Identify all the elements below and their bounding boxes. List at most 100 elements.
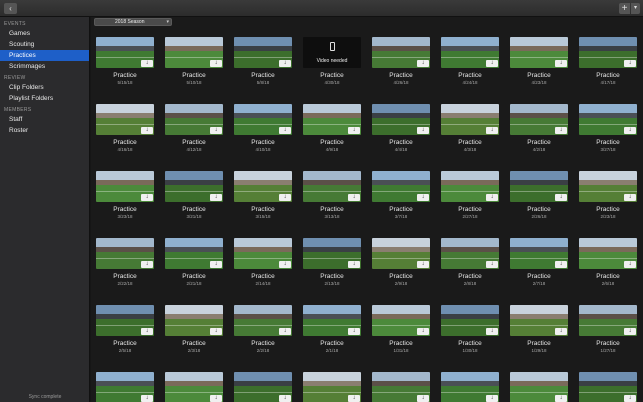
event-tile[interactable]: ↓ Practice 4/24/18 [441, 37, 499, 86]
event-tile[interactable]: ↓ Practice 3/21/18 [165, 171, 223, 220]
event-tile[interactable]: ↓ Practice 1/30/18 [441, 305, 499, 354]
download-button[interactable]: ↓ [486, 60, 498, 67]
event-tile[interactable]: ↓ Practice 1/29/18 [510, 305, 568, 354]
event-tile[interactable]: ↓ Practice 5/8/18 [234, 37, 292, 86]
event-tile[interactable]: ↓ Practice 4/3/18 [441, 104, 499, 153]
event-thumbnail[interactable]: ↓ [372, 37, 430, 68]
event-tile[interactable]: ↓ Practice 2/22/18 [96, 238, 154, 287]
sidebar-item-clip-folders[interactable]: Clip Folders [0, 82, 89, 93]
download-button[interactable]: ↓ [624, 60, 636, 67]
download-button[interactable]: ↓ [624, 127, 636, 134]
download-button[interactable]: ↓ [141, 261, 153, 268]
download-button[interactable]: ↓ [210, 261, 222, 268]
event-tile[interactable]: ↓ Practice 3/27/18 [579, 104, 637, 153]
event-tile[interactable]: ↓ [96, 372, 154, 402]
download-button[interactable]: ↓ [141, 328, 153, 335]
event-tile[interactable]: ↓ Practice 4/2/18 [510, 104, 568, 153]
download-button[interactable]: ↓ [210, 194, 222, 201]
download-button[interactable]: ↓ [141, 395, 153, 402]
event-thumbnail[interactable]: ↓ [234, 372, 292, 402]
event-thumbnail[interactable]: ↓ [96, 37, 154, 68]
event-thumbnail[interactable]: ↓ [372, 372, 430, 402]
event-thumbnail[interactable]: Video needed [303, 37, 361, 68]
download-button[interactable]: ↓ [417, 261, 429, 268]
event-thumbnail[interactable]: ↓ [441, 171, 499, 202]
add-button[interactable]: + [619, 3, 630, 14]
event-tile[interactable]: ↓ Practice 2/2/18 [234, 305, 292, 354]
event-thumbnail[interactable]: ↓ [234, 104, 292, 135]
event-tile[interactable]: ↓ Practice 4/12/18 [165, 104, 223, 153]
download-button[interactable]: ↓ [417, 194, 429, 201]
download-button[interactable]: ↓ [348, 261, 360, 268]
event-thumbnail[interactable]: ↓ [165, 372, 223, 402]
event-tile[interactable]: ↓ Practice 2/3/18 [165, 305, 223, 354]
event-thumbnail[interactable]: ↓ [510, 171, 568, 202]
event-tile[interactable]: ↓ Practice 2/1/18 [303, 305, 361, 354]
sidebar-item-practices[interactable]: Practices [0, 50, 89, 61]
event-tile[interactable]: ↓ Practice 3/15/18 [234, 171, 292, 220]
download-button[interactable]: ↓ [486, 395, 498, 402]
event-tile[interactable]: Video needed Practice 4/30/18 [303, 37, 361, 86]
download-button[interactable]: ↓ [555, 395, 567, 402]
event-thumbnail[interactable]: ↓ [234, 305, 292, 336]
event-thumbnail[interactable]: ↓ [579, 104, 637, 135]
event-thumbnail[interactable]: ↓ [510, 238, 568, 269]
download-button[interactable]: ↓ [210, 328, 222, 335]
event-thumbnail[interactable]: ↓ [579, 372, 637, 402]
event-thumbnail[interactable]: ↓ [372, 104, 430, 135]
event-tile[interactable]: ↓ Practice 2/23/18 [579, 171, 637, 220]
download-button[interactable]: ↓ [210, 60, 222, 67]
event-thumbnail[interactable]: ↓ [441, 104, 499, 135]
event-thumbnail[interactable]: ↓ [96, 372, 154, 402]
download-button[interactable]: ↓ [486, 127, 498, 134]
event-thumbnail[interactable]: ↓ [303, 372, 361, 402]
download-button[interactable]: ↓ [210, 127, 222, 134]
event-tile[interactable]: ↓ Practice 4/9/18 [303, 104, 361, 153]
download-button[interactable]: ↓ [417, 127, 429, 134]
event-thumbnail[interactable]: ↓ [165, 37, 223, 68]
download-button[interactable]: ↓ [555, 60, 567, 67]
event-thumbnail[interactable]: ↓ [579, 37, 637, 68]
event-thumbnail[interactable]: ↓ [579, 238, 637, 269]
download-button[interactable]: ↓ [555, 127, 567, 134]
download-button[interactable]: ↓ [348, 194, 360, 201]
event-tile[interactable]: ↓ Practice 2/14/18 [234, 238, 292, 287]
event-thumbnail[interactable]: ↓ [234, 171, 292, 202]
download-button[interactable]: ↓ [348, 328, 360, 335]
add-menu-button[interactable]: ▾ [631, 3, 640, 14]
event-thumbnail[interactable]: ↓ [510, 104, 568, 135]
sidebar-item-scouting[interactable]: Scouting [0, 39, 89, 50]
event-thumbnail[interactable]: ↓ [372, 238, 430, 269]
sidebar-item-games[interactable]: Games [0, 28, 89, 39]
download-button[interactable]: ↓ [555, 194, 567, 201]
event-tile[interactable]: ↓ Practice 2/8/18 [441, 238, 499, 287]
download-button[interactable]: ↓ [141, 194, 153, 201]
event-thumbnail[interactable]: ↓ [510, 37, 568, 68]
event-thumbnail[interactable]: ↓ [441, 305, 499, 336]
event-tile[interactable]: ↓ [234, 372, 292, 402]
download-button[interactable]: ↓ [486, 261, 498, 268]
download-button[interactable]: ↓ [624, 328, 636, 335]
event-tile[interactable]: ↓ Practice 4/4/18 [372, 104, 430, 153]
event-tile[interactable]: ↓ [579, 372, 637, 402]
download-button[interactable]: ↓ [624, 395, 636, 402]
event-tile[interactable]: ↓ Practice 3/23/18 [96, 171, 154, 220]
sidebar-item-scrimmages[interactable]: Scrimmages [0, 61, 89, 72]
event-tile[interactable]: ↓ Practice 4/10/18 [234, 104, 292, 153]
event-tile[interactable]: ↓ [165, 372, 223, 402]
sidebar-item-playlist-folders[interactable]: Playlist Folders [0, 93, 89, 104]
download-button[interactable]: ↓ [141, 127, 153, 134]
event-thumbnail[interactable]: ↓ [303, 171, 361, 202]
event-thumbnail[interactable]: ↓ [234, 37, 292, 68]
event-thumbnail[interactable]: ↓ [234, 238, 292, 269]
event-thumbnail[interactable]: ↓ [96, 305, 154, 336]
event-thumbnail[interactable]: ↓ [441, 238, 499, 269]
event-tile[interactable]: ↓ Practice 3/13/18 [303, 171, 361, 220]
event-thumbnail[interactable]: ↓ [165, 104, 223, 135]
event-thumbnail[interactable]: ↓ [510, 372, 568, 402]
event-thumbnail[interactable]: ↓ [441, 37, 499, 68]
download-button[interactable]: ↓ [624, 261, 636, 268]
event-tile[interactable]: ↓ Practice 2/9/18 [372, 238, 430, 287]
event-tile[interactable]: ↓ Practice 4/23/18 [510, 37, 568, 86]
event-thumbnail[interactable]: ↓ [579, 171, 637, 202]
